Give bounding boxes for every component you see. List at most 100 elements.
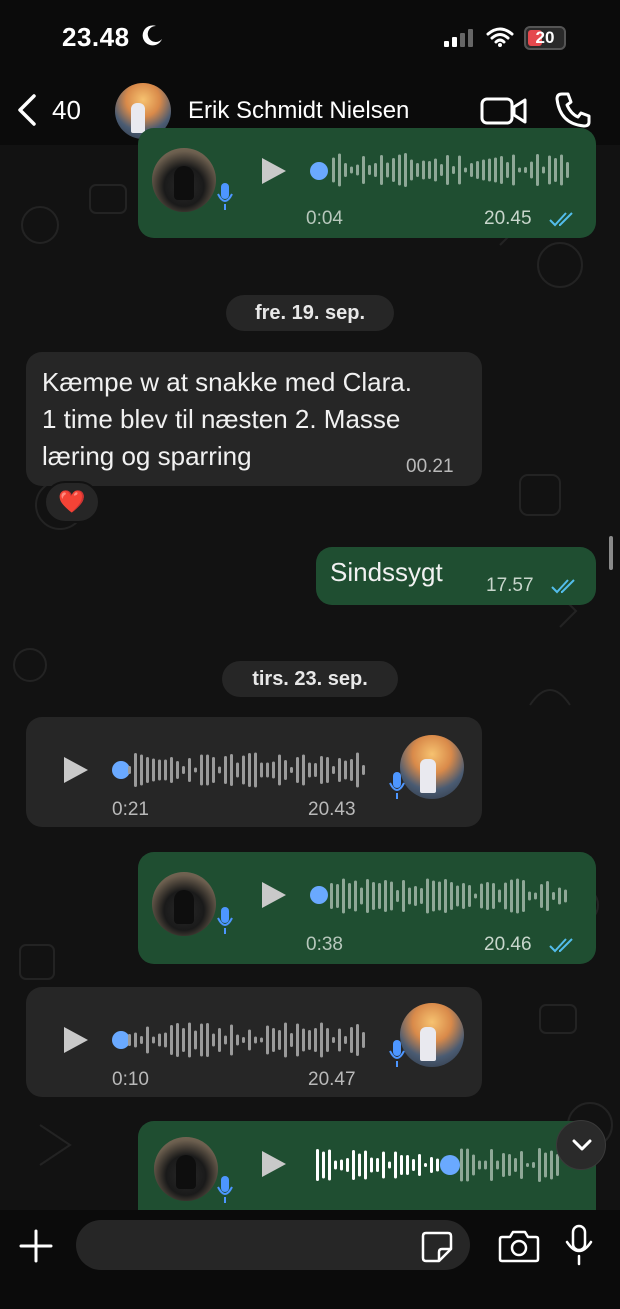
waveform-bar bbox=[428, 161, 431, 179]
play-icon[interactable] bbox=[262, 158, 286, 184]
waveform-bar bbox=[508, 1154, 511, 1176]
waveform-bar bbox=[426, 878, 429, 914]
voice-duration: 0:21 bbox=[112, 799, 149, 820]
waveform-bar bbox=[302, 1028, 305, 1052]
waveform-bar bbox=[496, 1160, 499, 1170]
waveform-bar bbox=[278, 1030, 281, 1050]
waveform-bar bbox=[194, 767, 197, 773]
waveform-bar bbox=[336, 884, 339, 908]
heart-reaction[interactable]: ❤️ bbox=[44, 481, 100, 523]
waveform-bar bbox=[152, 758, 155, 782]
playhead[interactable] bbox=[310, 886, 328, 904]
waveform-bar bbox=[350, 1027, 353, 1053]
waveform-bar bbox=[434, 158, 437, 182]
voice-message-outgoing-playing[interactable] bbox=[138, 1121, 596, 1210]
waveform-bar bbox=[170, 757, 173, 783]
voice-message-incoming[interactable]: 0:10 20.47 bbox=[26, 987, 482, 1097]
waveform-bar bbox=[338, 1028, 341, 1052]
chevron-down-icon bbox=[572, 1139, 592, 1151]
back-chevron-icon[interactable] bbox=[14, 93, 40, 127]
waveform-bar bbox=[248, 753, 251, 787]
playhead[interactable] bbox=[440, 1155, 460, 1175]
voice-message-incoming[interactable]: 0:21 20.43 bbox=[26, 717, 482, 827]
scroll-to-bottom-button[interactable] bbox=[556, 1120, 606, 1170]
waveform-bar bbox=[212, 757, 215, 783]
contact-name[interactable]: Erik Schmidt Nielsen bbox=[188, 97, 409, 125]
message-input[interactable] bbox=[76, 1220, 470, 1270]
waveform-bar bbox=[488, 158, 491, 182]
phone-call-icon[interactable] bbox=[554, 91, 592, 129]
waveform-bar bbox=[200, 1023, 203, 1057]
waveform-bar bbox=[248, 1029, 251, 1051]
waveform-bar bbox=[314, 1028, 317, 1052]
play-icon[interactable] bbox=[262, 1151, 286, 1177]
waveform-bar bbox=[362, 765, 365, 775]
voice-message-outgoing[interactable]: 0:04 20.45 bbox=[138, 128, 596, 238]
sender-avatar bbox=[152, 872, 216, 936]
waveform-bar bbox=[152, 1036, 155, 1044]
waveform-bar bbox=[224, 1035, 227, 1045]
read-receipt-icon bbox=[551, 579, 575, 594]
waveform-bar bbox=[422, 160, 425, 180]
message-time: 20.43 bbox=[308, 799, 356, 820]
waveform-bar bbox=[492, 883, 495, 909]
text-message-incoming[interactable]: Kæmpe w at snakke med Clara. 1 time blev… bbox=[26, 352, 482, 486]
waveform-bar bbox=[532, 1162, 535, 1168]
waveform-bar bbox=[466, 1148, 469, 1182]
waveform-bar bbox=[528, 891, 531, 901]
date-separator: tirs. 23. sep. bbox=[222, 661, 398, 697]
waveform-bar bbox=[392, 158, 395, 182]
playhead[interactable] bbox=[310, 162, 328, 180]
waveform-bar bbox=[368, 165, 371, 175]
waveform-bar bbox=[176, 761, 179, 779]
waveform-bar bbox=[518, 167, 521, 173]
sender-avatar bbox=[400, 1003, 464, 1067]
waveform-bar bbox=[472, 1154, 475, 1176]
waveform-bar bbox=[230, 1024, 233, 1056]
waveform-bar bbox=[134, 1032, 137, 1048]
plus-icon[interactable] bbox=[18, 1228, 54, 1264]
waveform-bar bbox=[452, 166, 455, 174]
voice-message-outgoing[interactable]: 0:38 20.46 bbox=[138, 852, 596, 964]
cellular-signal-icon bbox=[444, 29, 473, 47]
waveform-bar bbox=[500, 156, 503, 184]
waveform-bar bbox=[468, 885, 471, 907]
waveform-bar bbox=[364, 1150, 367, 1180]
waveform-bar bbox=[470, 163, 473, 177]
waveform-bar bbox=[334, 1160, 337, 1170]
camera-icon[interactable] bbox=[498, 1228, 540, 1264]
waveform-bar bbox=[414, 886, 417, 906]
voice-duration: 0:04 bbox=[306, 208, 343, 229]
unread-count[interactable]: 40 bbox=[52, 95, 81, 126]
message-time: 20.46 bbox=[484, 934, 532, 955]
waveform-bar bbox=[344, 760, 347, 780]
waveform-bar bbox=[538, 1148, 541, 1182]
sender-avatar bbox=[400, 735, 464, 799]
text-message-outgoing[interactable]: Sindssygt 17.57 bbox=[316, 547, 596, 605]
waveform-bar bbox=[146, 1026, 149, 1054]
waveform-bar bbox=[486, 882, 489, 910]
waveform-bar bbox=[526, 1163, 529, 1167]
waveform-bar bbox=[272, 761, 275, 779]
waveform-bar bbox=[344, 1036, 347, 1044]
waveform-bar bbox=[140, 754, 143, 786]
waveform-bar bbox=[320, 1022, 323, 1058]
play-icon[interactable] bbox=[262, 882, 286, 908]
waveform-bar bbox=[484, 1160, 487, 1170]
waveform-bar bbox=[510, 879, 513, 913]
video-call-icon[interactable] bbox=[480, 95, 528, 127]
waveform-bar bbox=[550, 1150, 553, 1180]
waveform-bar bbox=[390, 881, 393, 911]
waveform-bar bbox=[520, 1151, 523, 1179]
waveform-bar bbox=[566, 162, 569, 178]
waveform-bar bbox=[370, 1157, 373, 1173]
waveform-bar bbox=[354, 880, 357, 912]
waveform-bar bbox=[272, 1028, 275, 1052]
waveform-bar bbox=[394, 1151, 397, 1179]
play-icon[interactable] bbox=[64, 1027, 88, 1053]
microphone-icon[interactable] bbox=[564, 1224, 594, 1266]
scrollbar[interactable] bbox=[609, 536, 613, 570]
sticker-icon[interactable] bbox=[420, 1230, 454, 1264]
waveform-bar bbox=[146, 757, 149, 783]
play-icon[interactable] bbox=[64, 757, 88, 783]
